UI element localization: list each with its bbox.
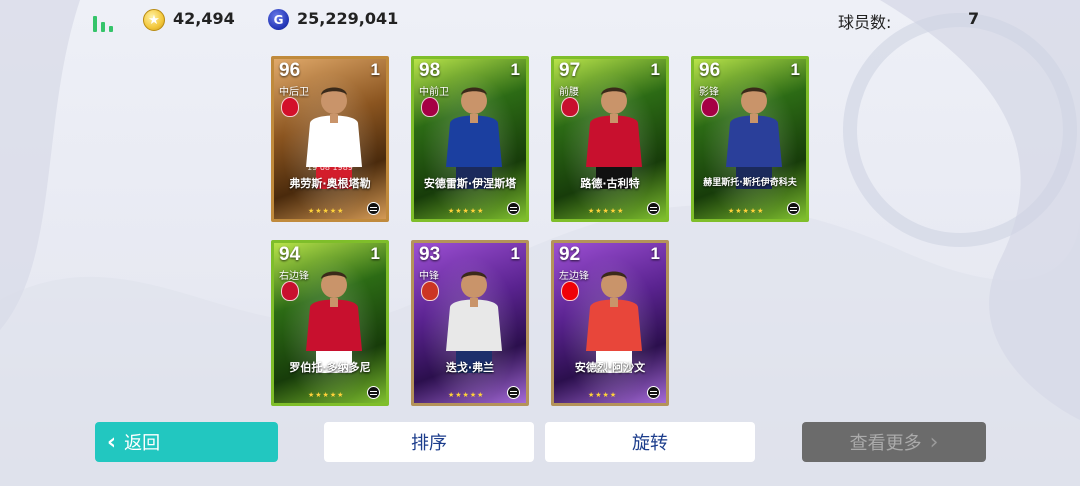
player-name: 安德雷斯·伊涅斯塔 [423, 177, 517, 190]
efootball-icon [367, 202, 380, 215]
background-decoration [0, 0, 1080, 486]
gp-icon: G [268, 9, 289, 30]
gp-balance: 25,229,041 [297, 9, 399, 28]
player-stars: ★★★★★ [308, 207, 345, 215]
player-rating: 96 [699, 60, 721, 81]
player-card[interactable]: 97 1 前腰路德·古利特 ★★★★★ [551, 56, 669, 222]
coin-balance: 42,494 [173, 9, 235, 28]
top-bar: ★ 42,494 G 25,229,041 球员数: 7 [0, 0, 1080, 38]
player-rating: 98 [419, 60, 441, 81]
player-name: 赫里斯托·斯托伊奇科夫 [703, 178, 797, 188]
efootball-icon [367, 386, 380, 399]
chevron-right-icon: › [929, 429, 939, 455]
player-stars: ★★★★★ [448, 207, 485, 215]
efootball-icon [787, 202, 800, 215]
player-rating: 97 [559, 60, 581, 81]
player-name: 路德·古利特 [580, 177, 640, 190]
player-stars: ★★★★★ [728, 207, 765, 215]
club-badge-icon [421, 281, 439, 301]
player-level: 1 [370, 60, 380, 79]
player-level: 1 [650, 60, 660, 79]
player-level: 1 [510, 244, 520, 263]
player-name: 罗伯托·多纳多尼 [289, 361, 371, 374]
efootball-icon [647, 202, 660, 215]
chevron-left-icon: ‹ [107, 429, 117, 455]
player-card[interactable]: 94 1 右边锋罗伯托·多纳多尼 ★★★★★ [271, 240, 389, 406]
club-badge-icon [281, 97, 299, 117]
club-badge-icon [281, 281, 299, 301]
club-badge-icon [561, 281, 579, 301]
coin-icon: ★ [143, 9, 165, 31]
player-stars: ★★★★★ [448, 391, 485, 399]
player-position: 中后卫 [279, 87, 309, 98]
player-level: 1 [510, 60, 520, 79]
player-level: 1 [650, 244, 660, 263]
player-rating: 94 [279, 244, 301, 265]
player-rating: 93 [419, 244, 441, 265]
view-more-button[interactable]: 查看更多 › [802, 422, 986, 462]
player-position: 前腰 [559, 87, 579, 98]
player-position: 中锋 [419, 271, 439, 282]
player-name: 安德烈·阿沙文 [574, 361, 646, 374]
view-more-button-label: 查看更多 [849, 433, 922, 454]
player-position: 中前卫 [419, 87, 449, 98]
back-button-label: 返回 [124, 433, 161, 454]
efootball-icon [647, 386, 660, 399]
player-card[interactable]: 93 1 中锋迭戈·弗兰 ★★★★★ [411, 240, 529, 406]
player-card[interactable]: 96 1 影锋赫里斯托·斯托伊奇科夫 ★★★★★ [691, 56, 809, 222]
signal-icon [93, 10, 117, 32]
player-stars: ★★★★ [588, 391, 618, 399]
player-card[interactable]: 92 1 左边锋安德烈·阿沙文 ★★★★ [551, 240, 669, 406]
efootball-icon [507, 386, 520, 399]
player-level: 1 [370, 244, 380, 263]
player-card[interactable]: 96 1 中后卫 19 08 1989 弗劳斯·奥根塔勒 ★★★★★ [271, 56, 389, 222]
player-card[interactable]: 98 1 中前卫安德雷斯·伊涅斯塔 ★★★★★ [411, 56, 529, 222]
back-button[interactable]: ‹ 返回 [95, 422, 278, 462]
club-badge-icon [701, 97, 719, 117]
efootball-icon [507, 202, 520, 215]
card-date: 19 08 1989 [307, 163, 353, 172]
player-level: 1 [790, 60, 800, 79]
player-rating: 92 [559, 244, 581, 265]
player-stars: ★★★★★ [308, 391, 345, 399]
club-badge-icon [421, 97, 439, 117]
sort-button[interactable]: 排序 [324, 422, 534, 462]
club-badge-icon [561, 97, 579, 117]
player-name: 迭戈·弗兰 [445, 361, 495, 374]
player-stars: ★★★★★ [588, 207, 625, 215]
rotate-button[interactable]: 旋转 [545, 422, 755, 462]
rotate-button-label: 旋转 [632, 433, 668, 454]
player-position: 左边锋 [559, 271, 589, 282]
player-position: 右边锋 [279, 271, 309, 282]
player-count-label: 球员数: [838, 13, 892, 32]
sort-button-label: 排序 [411, 433, 447, 454]
player-count: 7 [968, 9, 980, 28]
player-position: 影锋 [699, 87, 719, 98]
player-rating: 96 [279, 60, 301, 81]
player-name: 弗劳斯·奥根塔勒 [289, 177, 371, 190]
